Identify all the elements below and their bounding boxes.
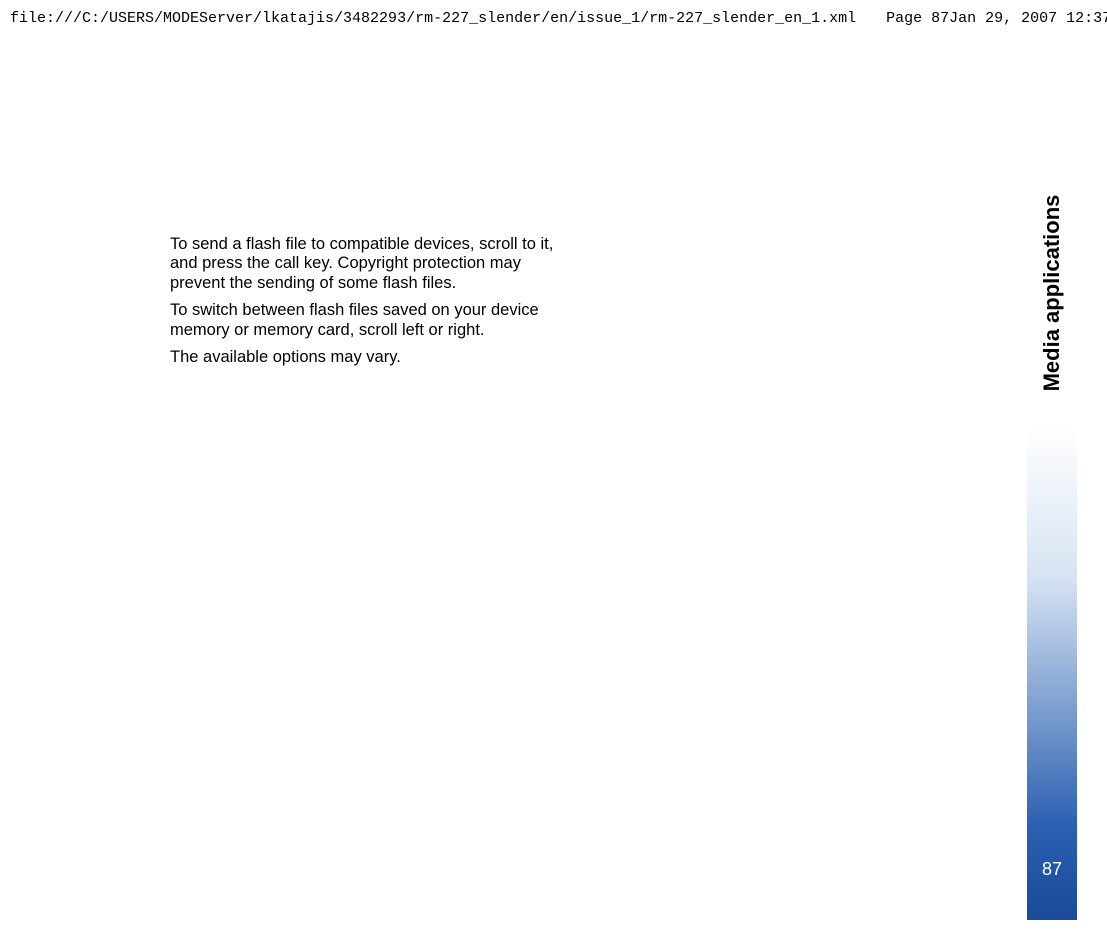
section-title: Media applications (1039, 195, 1065, 392)
file-path: file:///C:/USERS/MODEServer/lkatajis/348… (10, 10, 856, 27)
paragraph-2: To switch between flash files saved on y… (170, 301, 565, 340)
sidebar-tab: Media applications 87 (1027, 160, 1077, 920)
print-header: file:///C:/USERS/MODEServer/lkatajis/348… (0, 10, 1107, 27)
page-label: Page 87 (886, 10, 949, 27)
paragraph-1: To send a flash file to compatible devic… (170, 235, 565, 293)
page-number: 87 (1042, 859, 1062, 880)
print-datetime: Jan 29, 2007 12:37:36 PM (949, 10, 1107, 27)
paragraph-3: The available options may vary. (170, 348, 565, 367)
body-text: To send a flash file to compatible devic… (170, 235, 565, 376)
